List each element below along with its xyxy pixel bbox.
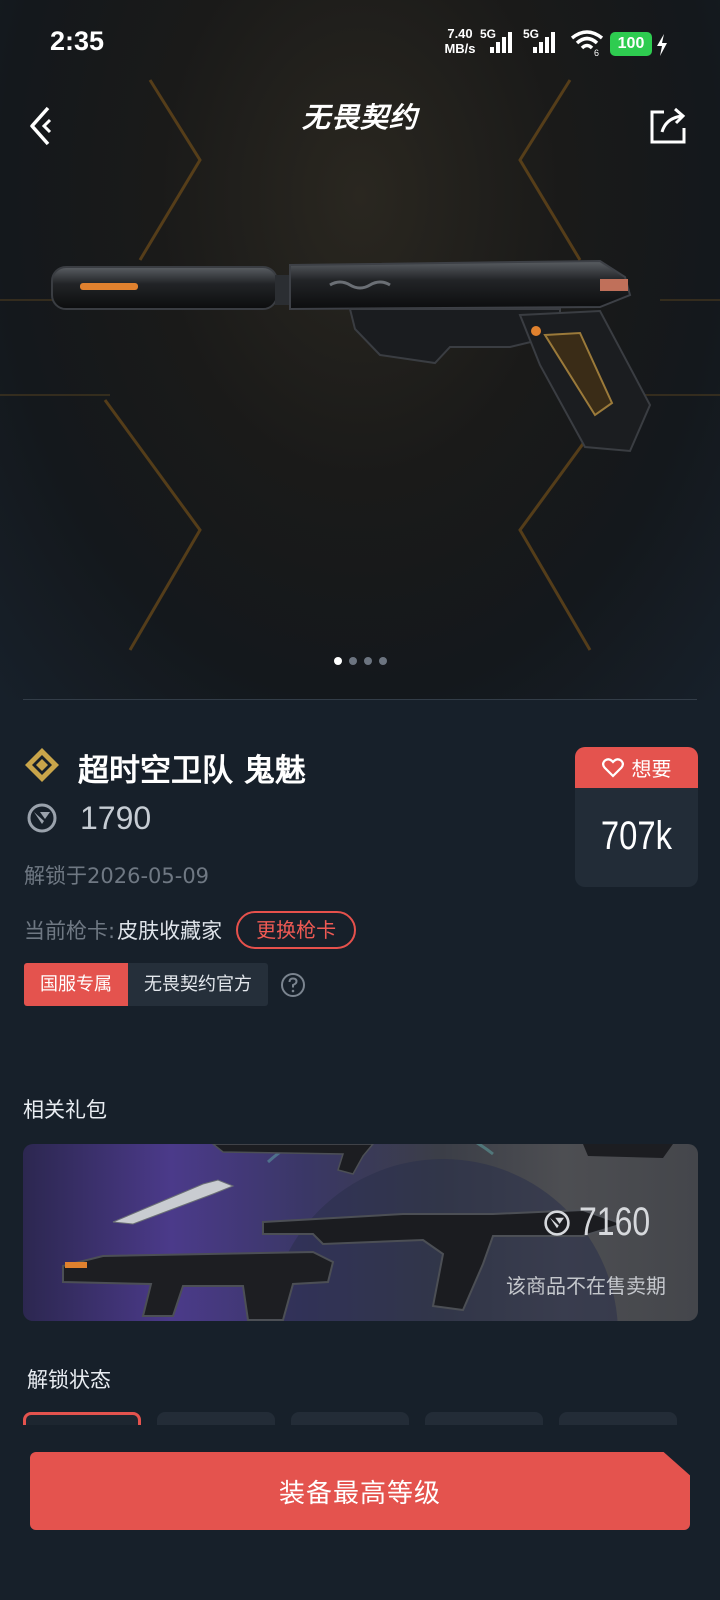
want-button[interactable]: 想要 707k bbox=[575, 747, 698, 887]
item-name: 超时空卫队 鬼魅 bbox=[78, 753, 306, 789]
card-value: 皮肤收藏家 bbox=[117, 919, 223, 943]
valorant-points-icon bbox=[27, 803, 57, 833]
exclusive-tag: 国服专属 bbox=[24, 963, 128, 1006]
want-count: 707k bbox=[600, 814, 673, 858]
card-label: 当前枪卡: bbox=[24, 919, 116, 943]
bundle-availability-note: 该商品不在售卖期 bbox=[506, 1274, 666, 1298]
carousel-dot[interactable] bbox=[379, 657, 387, 665]
svg-text:6: 6 bbox=[594, 48, 599, 56]
rarity-tier-icon bbox=[25, 748, 59, 782]
current-card-row: 当前枪卡: 皮肤收藏家 更换枪卡 bbox=[24, 911, 357, 949]
tag-row: 国服专属 无畏契约官方 bbox=[24, 963, 306, 1006]
equip-max-level-button[interactable]: 装备最高等级 bbox=[30, 1452, 690, 1530]
weapon-skin-image bbox=[51, 259, 652, 453]
network-speed: 7.40 MB/s bbox=[444, 26, 476, 56]
official-tag: 无畏契约官方 bbox=[128, 963, 268, 1006]
unlock-status-title: 解锁状态 bbox=[27, 1368, 111, 1392]
help-icon[interactable] bbox=[280, 972, 306, 998]
bundle-price: 7160 bbox=[543, 1200, 668, 1245]
status-time: 2:35 bbox=[50, 26, 105, 56]
carousel-indicator bbox=[334, 657, 387, 665]
bottom-action-bar: 装备最高等级 bbox=[0, 1425, 720, 1600]
share-icon[interactable] bbox=[648, 106, 688, 146]
page-title: 无畏契约 bbox=[301, 101, 418, 134]
want-label: 想要 bbox=[631, 757, 672, 781]
unlock-date: 解锁于2026-05-09 bbox=[24, 864, 210, 888]
carousel-dot[interactable] bbox=[349, 657, 357, 665]
related-bundle-title: 相关礼包 bbox=[23, 1098, 107, 1122]
change-card-button[interactable]: 更换枪卡 bbox=[236, 911, 357, 949]
carousel-dot[interactable] bbox=[364, 657, 372, 665]
battery-indicator: 100 bbox=[610, 32, 652, 56]
heart-icon bbox=[601, 757, 624, 778]
divider bbox=[23, 699, 697, 700]
want-header: 想要 bbox=[575, 747, 698, 788]
wifi-icon: 6 bbox=[570, 30, 604, 56]
hero-banner: 2:35 7.40 MB/s 5G 5G 6 100 无畏契约 bbox=[0, 0, 720, 700]
valorant-points-icon bbox=[544, 1209, 570, 1236]
bundle-card[interactable]: 7160 该商品不在售卖期 bbox=[23, 1144, 698, 1321]
charging-icon bbox=[657, 34, 667, 56]
status-bar: 2:35 7.40 MB/s 5G 5G 6 100 bbox=[0, 0, 720, 90]
item-price: 1790 bbox=[80, 800, 152, 836]
carousel-dot[interactable] bbox=[334, 657, 342, 665]
